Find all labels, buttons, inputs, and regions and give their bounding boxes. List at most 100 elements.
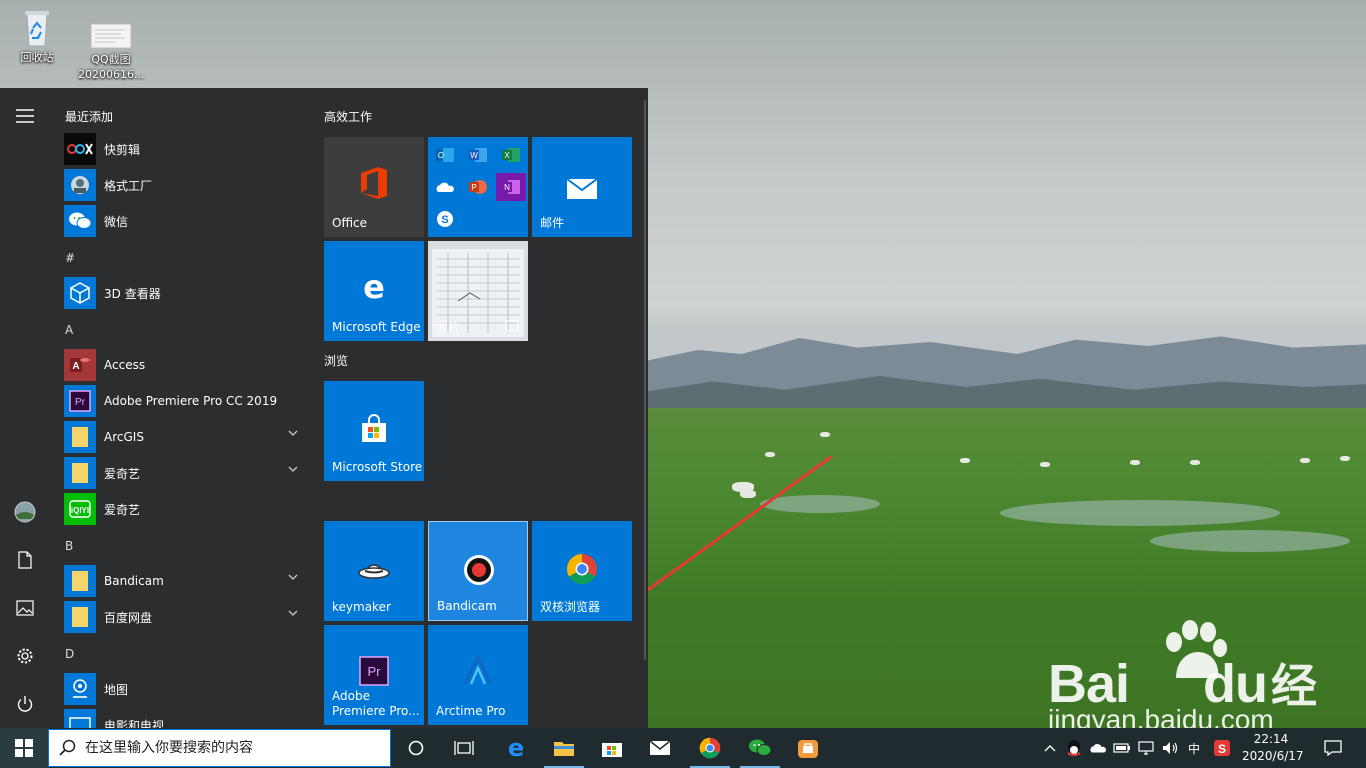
- list-item-label: 地图: [104, 682, 129, 697]
- tile-microsoft-edge[interactable]: e Microsoft Edge: [324, 241, 424, 341]
- folder-icon: [64, 565, 96, 597]
- wallpaper-sheep: [960, 458, 970, 463]
- list-item-bandicam-folder[interactable]: Bandicam: [64, 564, 308, 598]
- list-item-arcgis-folder[interactable]: ArcGIS: [64, 420, 308, 454]
- tray-network[interactable]: [1136, 738, 1156, 758]
- wallpaper-pond: [1150, 530, 1350, 552]
- svg-text:O: O: [438, 151, 444, 160]
- search-input[interactable]: [85, 740, 375, 756]
- tile-office-apps-folder[interactable]: O W X P N S: [428, 137, 528, 237]
- baidu-watermark: Baidu经验 jingyan.baidu.com: [1048, 620, 1348, 768]
- clock-time: 22:14: [1253, 732, 1289, 746]
- list-item-iqiyi-folder[interactable]: 爱奇艺: [64, 456, 308, 490]
- powerpoint-icon: P: [463, 173, 493, 201]
- start-menu-scrollbar[interactable]: [644, 100, 646, 660]
- pictures-button[interactable]: [0, 588, 50, 628]
- taskbar-clock[interactable]: 22:14 2020/6/17: [1242, 731, 1304, 765]
- section-letter-a[interactable]: A: [65, 323, 73, 337]
- tray-volume[interactable]: [1160, 738, 1180, 758]
- chevron-down-icon[interactable]: [288, 574, 298, 580]
- taskbar-app-orange[interactable]: [784, 728, 832, 768]
- taskbar-chrome[interactable]: [686, 728, 734, 768]
- power-button[interactable]: [0, 684, 50, 724]
- tile-photos[interactable]: 照片: [428, 241, 528, 341]
- folder-icon: [64, 457, 96, 489]
- list-item-label: Bandicam: [104, 574, 164, 588]
- chevron-down-icon[interactable]: [288, 610, 298, 616]
- taskbar-store[interactable]: [588, 728, 636, 768]
- desktop-icon-qq-screenshot[interactable]: QQ截图 20200616...: [78, 20, 144, 82]
- list-item-format-factory[interactable]: 格式工厂: [64, 168, 308, 202]
- chevron-down-icon[interactable]: [288, 430, 298, 436]
- taskbar-search-box[interactable]: [48, 729, 391, 767]
- qq-penguin-icon: [1067, 740, 1081, 756]
- tile-arctime-pro[interactable]: Arctime Pro: [428, 625, 528, 725]
- wallpaper-sheep: [1190, 460, 1200, 465]
- notification-icon: [1324, 740, 1342, 756]
- list-item-adobe-premiere[interactable]: Pr Adobe Premiere Pro CC 2019: [64, 384, 308, 418]
- list-item-kuaijianji[interactable]: 快剪辑: [64, 132, 308, 166]
- tray-sogou[interactable]: S: [1212, 738, 1232, 758]
- tile-group-title[interactable]: 高效工作: [324, 108, 372, 125]
- speaker-icon: [1163, 742, 1178, 754]
- task-view-button[interactable]: [440, 728, 488, 768]
- app-list: 最近添加 快剪辑 格式工厂 微信 # 3D 查看器 A A Access Pr …: [50, 88, 312, 728]
- tile-dual-core-browser[interactable]: 双核浏览器: [532, 521, 632, 621]
- tile-mail[interactable]: 邮件: [532, 137, 632, 237]
- wallpaper-sheep: [1130, 460, 1140, 465]
- tile-office[interactable]: Office: [324, 137, 424, 237]
- taskbar-edge[interactable]: e: [492, 728, 540, 768]
- list-item-iqiyi[interactable]: iQIYI 爱奇艺: [64, 492, 308, 526]
- list-item-wechat[interactable]: 微信: [64, 204, 308, 238]
- section-letter-b[interactable]: B: [65, 539, 73, 553]
- cortana-button[interactable]: [392, 728, 440, 768]
- tray-ime[interactable]: 中: [1184, 738, 1204, 758]
- taskbar: e: [0, 728, 1366, 768]
- onedrive-icon: [1090, 744, 1106, 753]
- list-item-movies-tv[interactable]: 电影和电视: [64, 708, 308, 728]
- picture-icon: [16, 600, 34, 616]
- section-letter-hash[interactable]: #: [65, 251, 75, 265]
- hamburger-menu-button[interactable]: [0, 96, 50, 136]
- action-center-button[interactable]: [1322, 738, 1344, 758]
- start-rail: [0, 88, 50, 728]
- start-button[interactable]: [0, 728, 48, 768]
- onedrive-icon: [430, 173, 460, 201]
- list-item-baidu-netdisk-folder[interactable]: 百度网盘: [64, 600, 308, 634]
- wallpaper-sheep: [740, 490, 756, 498]
- tile-group-title[interactable]: 浏览: [324, 352, 348, 369]
- tray-battery[interactable]: [1112, 738, 1132, 758]
- chevron-down-icon[interactable]: [288, 466, 298, 472]
- desktop-icon-recycle-bin[interactable]: 回收站: [4, 8, 70, 65]
- tile-microsoft-store[interactable]: Microsoft Store: [324, 381, 424, 481]
- store-icon: [354, 409, 394, 449]
- list-item-maps[interactable]: 地图: [64, 672, 308, 706]
- folder-icon: [64, 601, 96, 633]
- tile-label: Office: [332, 216, 368, 230]
- tray-qq[interactable]: [1064, 738, 1084, 758]
- taskbar-wechat[interactable]: [736, 728, 784, 768]
- user-account-button[interactable]: [0, 492, 50, 532]
- avatar: [14, 501, 36, 523]
- clock-date: 2020/6/17: [1242, 749, 1304, 763]
- list-item-label: 微信: [104, 214, 129, 229]
- taskbar-mail[interactable]: [636, 728, 684, 768]
- list-item-3d-viewer[interactable]: 3D 查看器: [64, 276, 308, 310]
- documents-button[interactable]: [0, 540, 50, 580]
- wallpaper-sheep: [1340, 456, 1350, 461]
- list-item-access[interactable]: A Access: [64, 348, 308, 382]
- image-file-icon: [89, 20, 133, 50]
- tile-bandicam[interactable]: Bandicam: [428, 521, 528, 621]
- svg-text:X: X: [504, 151, 510, 160]
- tile-adobe-premiere[interactable]: Pr Adobe Premiere Pro...: [324, 625, 424, 725]
- section-letter-d[interactable]: D: [65, 647, 74, 661]
- show-hidden-icons-button[interactable]: [1040, 738, 1060, 758]
- outlook-icon: O: [430, 141, 460, 169]
- 3d-viewer-icon: [64, 277, 96, 309]
- search-icon: [59, 739, 76, 756]
- tray-onedrive[interactable]: [1088, 738, 1108, 758]
- settings-button[interactable]: [0, 636, 50, 676]
- taskbar-file-explorer[interactable]: [540, 728, 588, 768]
- tile-label: Arctime Pro: [436, 704, 506, 718]
- tile-keymaker[interactable]: keymaker: [324, 521, 424, 621]
